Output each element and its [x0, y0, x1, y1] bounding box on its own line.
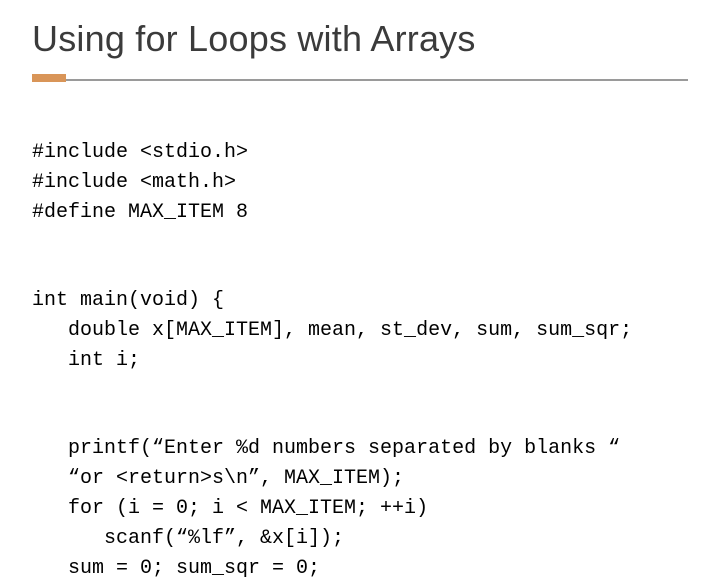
code-line: int i; [32, 349, 140, 372]
code-line: scanf(“%lf”, &x[i]); [32, 527, 344, 550]
code-line: #include <stdio.h> [32, 141, 248, 164]
title-rule [32, 74, 688, 82]
code-line: sum = 0; sum_sqr = 0; [32, 557, 320, 580]
code-line: #include <math.h> [32, 171, 236, 194]
code-line: #define MAX_ITEM 8 [32, 201, 248, 224]
slide-title: Using for Loops with Arrays [32, 18, 688, 60]
code-line: printf(“Enter %d numbers separated by bl… [32, 437, 620, 460]
code-line: int main(void) { [32, 289, 224, 312]
code-line: “or <return>s\n”, MAX_ITEM); [32, 467, 404, 490]
rule-line [66, 79, 688, 81]
code-line: for (i = 0; i < MAX_ITEM; ++i) [32, 497, 428, 520]
code-line: double x[MAX_ITEM], mean, st_dev, sum, s… [32, 319, 632, 342]
rule-accent [32, 74, 66, 82]
code-block: #include <stdio.h> #include <math.h> #de… [32, 108, 688, 584]
